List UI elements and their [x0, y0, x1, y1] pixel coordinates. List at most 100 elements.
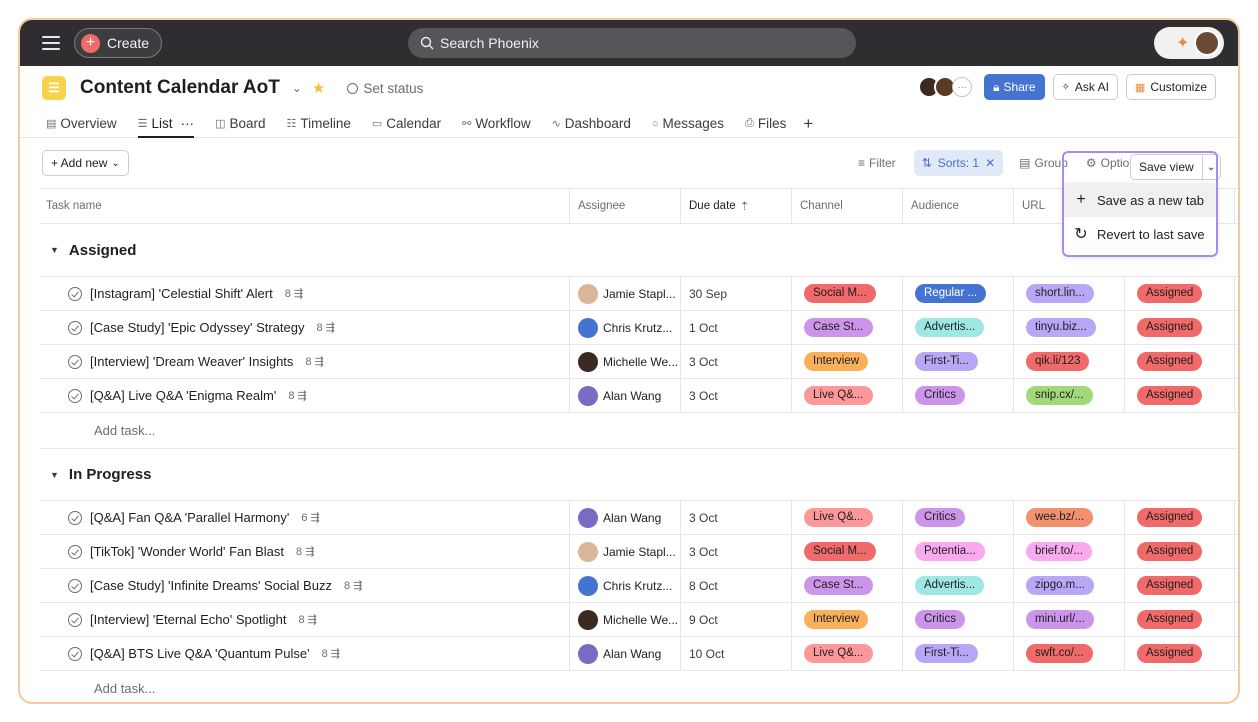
task-name-cell[interactable]: [Q&A] Fan Q&A 'Parallel Harmony' 6 ⇶	[40, 501, 570, 534]
table-row[interactable]: [Interview] 'Eternal Echo' Spotlight 8 ⇶ M…	[40, 602, 1238, 636]
url-cell[interactable]: tinyu.biz...	[1014, 311, 1125, 344]
url-cell[interactable]: short.lin...	[1014, 277, 1125, 310]
sorts-button[interactable]: ⇅ Sorts: 1 ✕	[913, 150, 1004, 176]
audience-cell[interactable]: First-Ti...	[903, 637, 1014, 670]
url-cell[interactable]: snip.cx/...	[1014, 379, 1125, 412]
audience-cell[interactable]: Regular ...	[903, 277, 1014, 310]
channel-cell[interactable]: Live Q&...	[792, 637, 903, 670]
status-cell[interactable]: Assigned	[1125, 637, 1235, 670]
audience-cell[interactable]: First-Ti...	[903, 345, 1014, 378]
chevron-down-icon[interactable]: ⌄	[292, 81, 302, 95]
customize-button[interactable]: ▦ Customize	[1125, 74, 1216, 100]
check-circle-icon[interactable]	[68, 544, 82, 559]
status-cell[interactable]: Assigned	[1125, 311, 1235, 344]
url-cell[interactable]: qik.li/123	[1014, 345, 1125, 378]
task-name-cell[interactable]: [TikTok] 'Wonder World' Fan Blast 8 ⇶	[40, 535, 570, 568]
check-circle-icon[interactable]	[68, 388, 82, 403]
check-circle-icon[interactable]	[68, 320, 82, 335]
members-avatars[interactable]: ···	[918, 76, 973, 98]
check-circle-icon[interactable]	[68, 510, 82, 525]
tab-dashboard[interactable]: ∿ Dashboard	[552, 110, 631, 138]
add-tab-button[interactable]: +	[803, 114, 813, 134]
tab-timeline[interactable]: ☷ Timeline	[287, 110, 351, 138]
add-task-button[interactable]: Add task...	[40, 670, 1238, 702]
task-name[interactable]: [TikTok] 'Wonder World' Fan Blast	[90, 544, 284, 559]
menu-item-save-new-tab[interactable]: + Save as a new tab	[1064, 183, 1216, 217]
status-cell[interactable]: Assigned	[1125, 603, 1235, 636]
column-header-due-date[interactable]: Due date ⇡	[681, 189, 792, 223]
column-header-audience[interactable]: Audience	[903, 189, 1014, 223]
task-name[interactable]: [Case Study] 'Epic Odyssey' Strategy	[90, 320, 305, 335]
audience-cell[interactable]: Critics	[903, 379, 1014, 412]
task-name-cell[interactable]: [Q&A] BTS Live Q&A 'Quantum Pulse' 8 ⇶	[40, 637, 570, 670]
tab-files[interactable]: ⎙ Files	[745, 110, 786, 138]
tab-board[interactable]: ◫ Board	[215, 110, 265, 138]
close-icon[interactable]: ✕	[985, 156, 995, 170]
channel-cell[interactable]: Live Q&...	[792, 379, 903, 412]
status-cell[interactable]: Assigned	[1125, 569, 1235, 602]
group-button[interactable]: ▤ Group	[1019, 156, 1068, 170]
task-name-cell[interactable]: [Case Study] 'Infinite Dreams' Social Bu…	[40, 569, 570, 602]
section-header[interactable]: ▼ In Progress	[40, 448, 1238, 500]
url-cell[interactable]: swft.co/...	[1014, 637, 1125, 670]
table-row[interactable]: [Q&A] Fan Q&A 'Parallel Harmony' 6 ⇶ Alan …	[40, 500, 1238, 534]
table-row[interactable]: [Case Study] 'Infinite Dreams' Social Bu…	[40, 568, 1238, 602]
table-row[interactable]: [Interview] 'Dream Weaver' Insights 8 ⇶ Mi…	[40, 344, 1238, 378]
channel-cell[interactable]: Live Q&...	[792, 501, 903, 534]
column-header-assignee[interactable]: Assignee	[570, 189, 681, 223]
star-icon[interactable]: ★	[312, 79, 325, 97]
search-input[interactable]: Search Phoenix	[408, 28, 856, 58]
add-task-button[interactable]: Add task...	[40, 412, 1238, 448]
status-cell[interactable]: Assigned	[1125, 501, 1235, 534]
table-row[interactable]: [TikTok] 'Wonder World' Fan Blast 8 ⇶ Jami…	[40, 534, 1238, 568]
due-date-cell[interactable]: 3 Oct	[681, 535, 792, 568]
task-name[interactable]: [Case Study] 'Infinite Dreams' Social Bu…	[90, 578, 332, 593]
caret-down-icon[interactable]: ▼	[50, 470, 59, 480]
channel-cell[interactable]: Social M...	[792, 277, 903, 310]
url-cell[interactable]: wee.bz/...	[1014, 501, 1125, 534]
url-cell[interactable]: brief.to/...	[1014, 535, 1125, 568]
table-row[interactable]: [Instagram] 'Celestial Shift' Alert 8 ⇶ Ja…	[40, 276, 1238, 310]
section-header[interactable]: ▼ Assigned	[40, 224, 1238, 276]
filter-button[interactable]: ≡ Filter	[858, 156, 896, 170]
caret-down-icon[interactable]: ▼	[50, 245, 59, 255]
profile-button[interactable]: ✦	[1154, 27, 1224, 59]
menu-icon[interactable]	[42, 36, 60, 50]
more-icon[interactable]: ···	[181, 116, 195, 131]
due-date-cell[interactable]: 9 Oct	[681, 603, 792, 636]
task-name-cell[interactable]: [Q&A] Live Q&A 'Enigma Realm' 8 ⇶	[40, 379, 570, 412]
task-name-cell[interactable]: [Case Study] 'Epic Odyssey' Strategy 8 ⇶	[40, 311, 570, 344]
ask-ai-button[interactable]: ✧ Ask AI	[1052, 74, 1118, 100]
task-name-cell[interactable]: [Interview] 'Dream Weaver' Insights 8 ⇶	[40, 345, 570, 378]
add-new-button[interactable]: + Add new ⌄	[42, 150, 129, 176]
table-row[interactable]: [Case Study] 'Epic Odyssey' Strategy 8 ⇶ C…	[40, 310, 1238, 344]
menu-item-revert[interactable]: ↻ Revert to last save	[1064, 217, 1216, 251]
column-header-task-name[interactable]: Task name	[40, 189, 570, 223]
url-cell[interactable]: mini.url/...	[1014, 603, 1125, 636]
task-name[interactable]: [Interview] 'Eternal Echo' Spotlight	[90, 612, 286, 627]
assignee-cell[interactable]: Michelle We...	[570, 603, 681, 636]
due-date-cell[interactable]: 1 Oct	[681, 311, 792, 344]
status-cell[interactable]: Assigned	[1125, 345, 1235, 378]
due-date-cell[interactable]: 10 Oct	[681, 637, 792, 670]
channel-cell[interactable]: Case St...	[792, 311, 903, 344]
check-circle-icon[interactable]	[68, 646, 82, 661]
save-view-button[interactable]: Save view ⌄	[1130, 154, 1221, 180]
task-name-cell[interactable]: [Instagram] 'Celestial Shift' Alert 8 ⇶	[40, 277, 570, 310]
check-circle-icon[interactable]	[68, 578, 82, 593]
assignee-cell[interactable]: Alan Wang	[570, 501, 681, 534]
task-name[interactable]: [Interview] 'Dream Weaver' Insights	[90, 354, 293, 369]
assignee-cell[interactable]: Alan Wang	[570, 637, 681, 670]
check-circle-icon[interactable]	[68, 612, 82, 627]
tab-messages[interactable]: ○ Messages	[652, 110, 724, 138]
channel-cell[interactable]: Case St...	[792, 569, 903, 602]
tab-workflow[interactable]: ⚯ Workflow	[462, 110, 530, 138]
due-date-cell[interactable]: 3 Oct	[681, 345, 792, 378]
assignee-cell[interactable]: Jamie Stapl...	[570, 277, 681, 310]
assignee-cell[interactable]: Chris Krutz...	[570, 311, 681, 344]
tab-overview[interactable]: ▤ Overview	[46, 110, 117, 138]
tab-calendar[interactable]: ▭ Calendar	[372, 110, 441, 138]
assignee-cell[interactable]: Alan Wang	[570, 379, 681, 412]
assignee-cell[interactable]: Jamie Stapl...	[570, 535, 681, 568]
channel-cell[interactable]: Social M...	[792, 535, 903, 568]
